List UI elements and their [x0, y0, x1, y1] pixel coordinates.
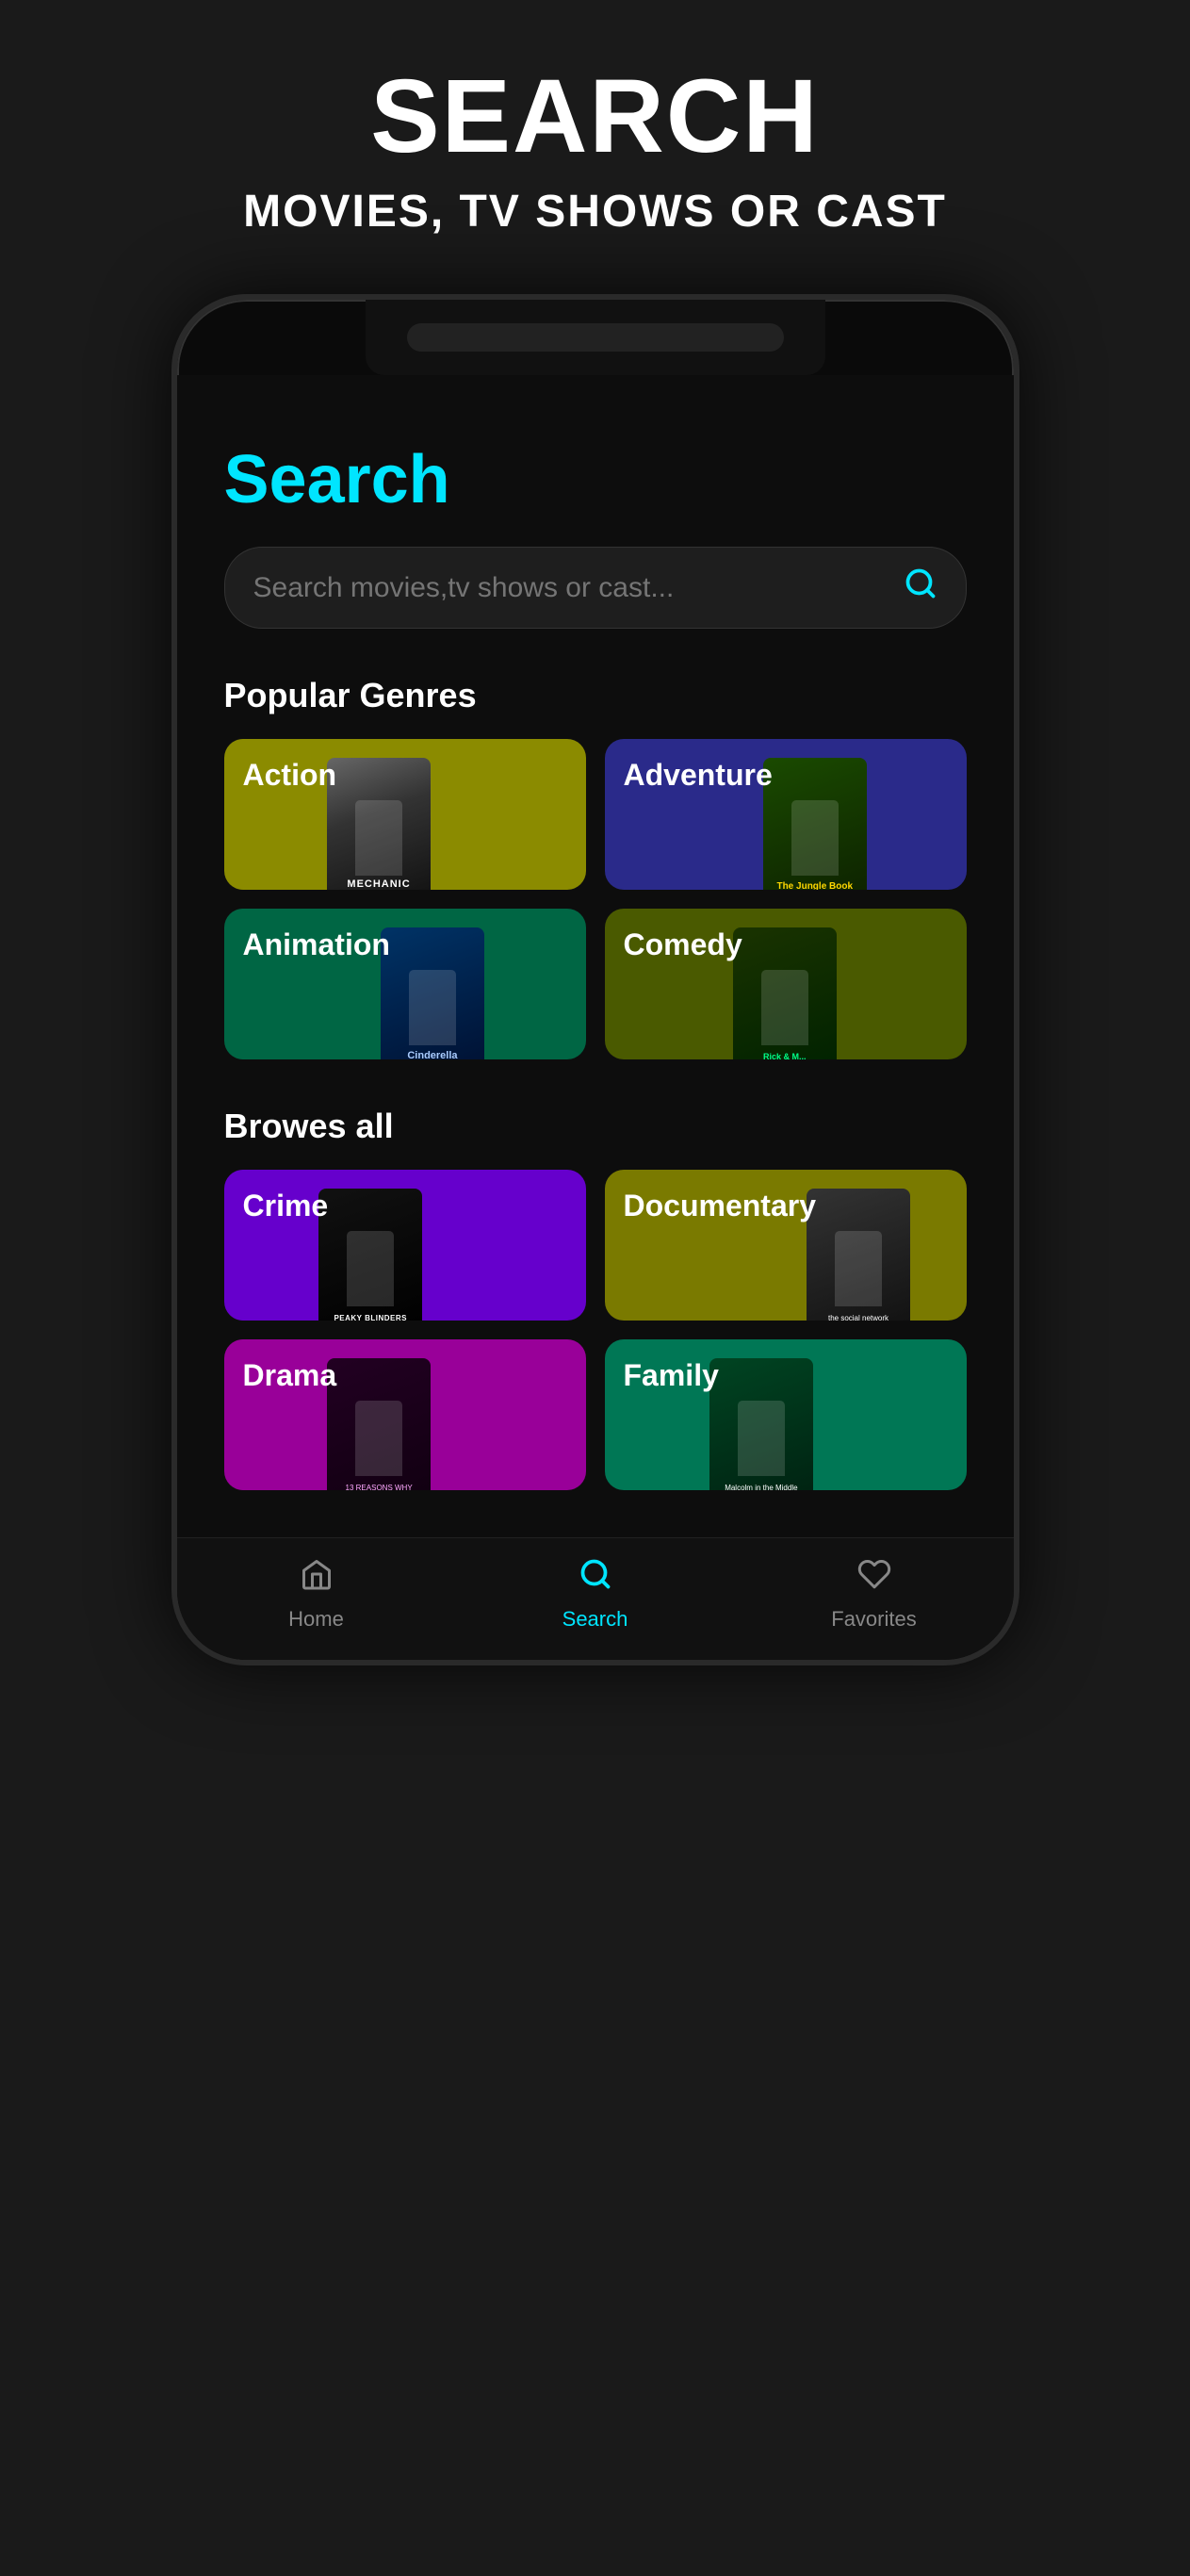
- genre-label-animation: Animation: [243, 927, 390, 962]
- person-silhouette: [409, 970, 456, 1045]
- phone-notch: [366, 300, 825, 375]
- genre-card-drama[interactable]: Drama: [224, 1339, 586, 1490]
- nav-item-favorites[interactable]: Favorites: [735, 1557, 1014, 1632]
- home-icon: [300, 1557, 334, 1600]
- genre-label-family: Family: [624, 1358, 719, 1393]
- genre-poster-comedy: [733, 927, 837, 1059]
- search-input[interactable]: [253, 572, 904, 604]
- power-button: [1018, 592, 1019, 705]
- genre-label-crime: Crime: [243, 1189, 329, 1223]
- search-icon: [904, 566, 937, 609]
- genre-card-animation[interactable]: Animation: [224, 909, 586, 1059]
- browse-all-grid: Crime Documentary Drama: [224, 1170, 967, 1490]
- search-bar[interactable]: [224, 547, 967, 629]
- genre-card-documentary[interactable]: Documentary: [605, 1170, 967, 1321]
- person-silhouette: [738, 1401, 785, 1476]
- genre-poster-crime: [318, 1189, 422, 1321]
- person-silhouette: [761, 970, 808, 1045]
- person-silhouette: [355, 1401, 402, 1476]
- nav-label-search: Search: [562, 1607, 628, 1632]
- genre-label-comedy: Comedy: [624, 927, 742, 962]
- genre-poster-adventure: [763, 758, 867, 890]
- nav-item-search[interactable]: Search: [456, 1557, 735, 1632]
- notch-bar: [407, 323, 784, 352]
- genre-poster-drama: [327, 1358, 431, 1490]
- genre-card-comedy[interactable]: Comedy: [605, 909, 967, 1059]
- person-silhouette: [347, 1231, 394, 1306]
- sub-title: MOVIES, TV SHOWS OR CAST: [38, 186, 1152, 238]
- top-header: SEARCH MOVIES, TV SHOWS OR CAST: [0, 0, 1190, 275]
- browse-all-heading: Browes all: [224, 1107, 967, 1146]
- genre-card-crime[interactable]: Crime: [224, 1170, 586, 1321]
- nav-label-favorites: Favorites: [831, 1607, 916, 1632]
- nav-item-home[interactable]: Home: [177, 1557, 456, 1632]
- genre-label-drama: Drama: [243, 1358, 337, 1393]
- bottom-nav: Home Search Favorites: [177, 1537, 1014, 1660]
- genre-poster-documentary: [807, 1189, 910, 1321]
- person-silhouette: [355, 800, 402, 876]
- genre-poster-family: [709, 1358, 813, 1490]
- genre-poster-animation: [381, 927, 484, 1059]
- genre-label-adventure: Adventure: [624, 758, 773, 793]
- genre-card-family[interactable]: Family: [605, 1339, 967, 1490]
- person-silhouette: [791, 800, 839, 876]
- genre-poster-action: [327, 758, 431, 890]
- screen-content: Search Popular Genres Action: [177, 375, 1014, 1490]
- search-nav-icon: [579, 1557, 612, 1600]
- genre-card-adventure[interactable]: Adventure: [605, 739, 967, 890]
- person-silhouette: [835, 1231, 882, 1306]
- phone-frame: Search Popular Genres Action: [171, 294, 1019, 1665]
- main-title: SEARCH: [38, 57, 1152, 176]
- volume-up-button: [171, 535, 173, 611]
- genre-label-action: Action: [243, 758, 337, 793]
- genre-label-documentary: Documentary: [624, 1189, 817, 1223]
- popular-genres-grid: Action Adventure Animation: [224, 739, 967, 1059]
- genre-card-action[interactable]: Action: [224, 739, 586, 890]
- page-title: Search: [224, 441, 967, 518]
- phone-screen: Search Popular Genres Action: [177, 375, 1014, 1660]
- popular-genres-heading: Popular Genres: [224, 676, 967, 715]
- nav-label-home: Home: [288, 1607, 344, 1632]
- favorites-icon: [857, 1557, 891, 1600]
- volume-down-button: [171, 639, 173, 714]
